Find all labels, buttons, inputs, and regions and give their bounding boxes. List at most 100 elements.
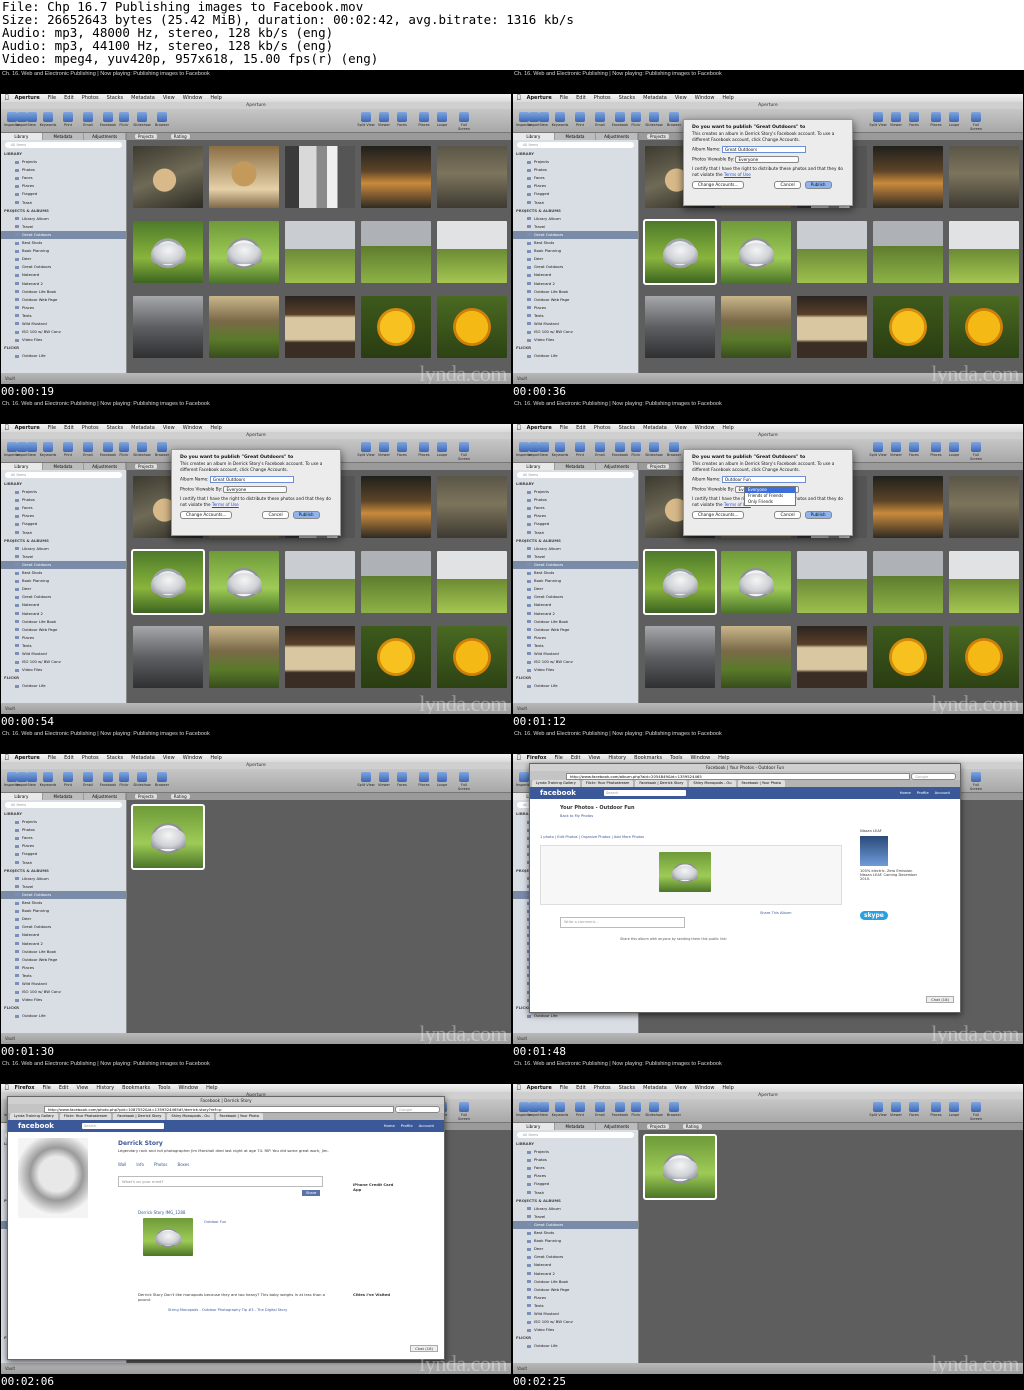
browser-tab[interactable]: Facebook | Derrick Story — [113, 1113, 166, 1120]
sidebar-item[interactable]: Notecard — [513, 271, 638, 279]
menu-help[interactable]: Help — [210, 755, 221, 761]
toolbar-email-button[interactable]: Email — [79, 112, 97, 130]
sidebar-item[interactable]: Book Planning — [1, 247, 126, 255]
toolbar-email-button[interactable]: Email — [591, 1102, 609, 1120]
share-button[interactable]: Share — [302, 1190, 321, 1196]
sidebar-item[interactable]: Great Outdoors — [513, 263, 638, 271]
toolbar-print-button[interactable]: Print — [571, 442, 589, 460]
sidebar-item[interactable]: Wild Mustard — [1, 320, 126, 328]
sidebar-item[interactable]: Outdoor Web Page — [1, 296, 126, 304]
sidebar-item[interactable]: Texts — [1, 972, 126, 980]
menu-file[interactable]: File — [560, 425, 568, 431]
tab-metadata[interactable]: Metadata — [43, 133, 85, 140]
menu-help[interactable]: Help — [722, 425, 733, 431]
share-album-link[interactable]: Share This Album — [760, 911, 792, 915]
sidebar-item[interactable]: Notecard 2 — [513, 280, 638, 288]
photo-thumbnail[interactable] — [873, 626, 943, 688]
menu-stacks[interactable]: Stacks — [107, 95, 123, 101]
sidebar-item[interactable]: Outdoor Life — [1, 352, 126, 360]
toolbar-full-screen-button[interactable]: Full Screen — [455, 772, 473, 791]
publish-button[interactable]: Publish — [804, 181, 832, 189]
wall-post[interactable]: Derrick Story Don't like monopods becaus… — [138, 1292, 338, 1302]
album-name-field[interactable]: Outdoor Fun — [721, 476, 806, 483]
photo-thumbnail[interactable] — [873, 476, 943, 538]
toolbar-loupe-button[interactable]: Loupe — [945, 442, 963, 460]
photo-thumbnail[interactable] — [285, 626, 355, 688]
sidebar-item[interactable]: Places — [513, 512, 638, 520]
menu-aperture[interactable]: Aperture — [527, 95, 552, 101]
sidebar-item[interactable]: Places — [1, 512, 126, 520]
menu-stacks[interactable]: Stacks — [619, 425, 635, 431]
photo-thumbnail[interactable] — [949, 296, 1019, 358]
toolbar-places-button[interactable]: Places — [415, 772, 433, 790]
sidebar-item[interactable]: Places — [1, 964, 126, 972]
sidebar-item[interactable]: Flagged — [513, 520, 638, 528]
viewable-select[interactable]: Everyone — [223, 486, 288, 493]
apple-icon[interactable]:  — [5, 1084, 9, 1091]
toolbar-slideshow-button[interactable]: Slideshow — [133, 112, 151, 130]
sidebar-item[interactable]: Notecard 2 — [513, 610, 638, 618]
menu-history[interactable]: History — [96, 1085, 114, 1091]
menu-photos[interactable]: Photos — [82, 95, 99, 101]
tab-boxes[interactable]: Boxes — [177, 1162, 189, 1167]
sidebar-item[interactable]: Places — [1, 842, 126, 850]
terms-link[interactable]: Terms of Use — [724, 172, 751, 177]
menu-edit[interactable]: Edit — [576, 1085, 586, 1091]
sidebar-item[interactable]: Projects — [1, 488, 126, 496]
photo-thumbnail[interactable] — [437, 626, 507, 688]
menu-file[interactable]: File — [48, 755, 56, 761]
sidebar-item[interactable]: Book Planning — [1, 577, 126, 585]
toolbar-loupe-button[interactable]: Loupe — [945, 112, 963, 130]
menu-metadata[interactable]: Metadata — [131, 425, 155, 431]
filter-rating[interactable]: Rating — [170, 134, 190, 139]
change-accounts-button[interactable]: Change Accounts... — [692, 181, 745, 189]
photo-thumbnail[interactable] — [285, 551, 355, 613]
browser-tab[interactable]: Flickr: Your Photostream — [59, 1113, 112, 1120]
browser-tab[interactable]: Facebook | Your Photo — [215, 1113, 263, 1120]
sidebar-item[interactable]: Best Shots — [1, 239, 126, 247]
toolbar-viewer-button[interactable]: Viewer — [887, 1102, 905, 1120]
menu-tools[interactable]: Tools — [670, 755, 682, 761]
photo-thumbnail[interactable] — [437, 296, 507, 358]
browser-tab[interactable]: Shiny Monopods - Ou — [167, 1113, 214, 1120]
sidebar-item[interactable]: Faces — [513, 1164, 638, 1172]
menu-window[interactable]: Window — [695, 425, 715, 431]
photo-thumbnail[interactable] — [949, 551, 1019, 613]
menu-metadata[interactable]: Metadata — [643, 425, 667, 431]
sidebar-item[interactable]: Outdoor Web Page — [513, 1286, 638, 1294]
menu-file[interactable]: File — [560, 1085, 568, 1091]
profile-avatar[interactable] — [18, 1138, 88, 1218]
sidebar-item[interactable]: ISO 100 w/ BW Conv — [1, 658, 126, 666]
sidebar-item[interactable]: Trash — [1, 859, 126, 867]
toolbar-browser-button[interactable]: Browser — [665, 442, 683, 460]
apple-icon[interactable]:  — [517, 424, 521, 431]
toolbar-places-button[interactable]: Places — [927, 442, 945, 460]
photo-thumbnail[interactable] — [209, 296, 279, 358]
library-search-input[interactable]: All Items — [5, 472, 122, 478]
photo-thumbnail[interactable] — [797, 221, 867, 283]
terms-link[interactable]: Terms of Use — [212, 502, 239, 507]
toolbar-browser-button[interactable]: Browser — [665, 112, 683, 130]
sidebar-item[interactable]: Places — [513, 1172, 638, 1180]
photo-thumbnail[interactable] — [437, 221, 507, 283]
photo-thumbnail[interactable] — [209, 626, 279, 688]
menu-photos[interactable]: Photos — [594, 1085, 611, 1091]
cancel-button[interactable]: Cancel — [774, 181, 801, 189]
sidebar-item[interactable]: Faces — [1, 174, 126, 182]
toolbar-slideshow-button[interactable]: Slideshow — [645, 442, 663, 460]
publish-button[interactable]: Publish — [292, 511, 320, 519]
photo-thumbnail[interactable] — [949, 221, 1019, 283]
menu-view[interactable]: View — [589, 755, 601, 761]
sidebar-item[interactable]: Video Files — [513, 666, 638, 674]
photo-thumbnail[interactable] — [133, 626, 203, 688]
menu-file[interactable]: File — [560, 95, 568, 101]
sidebar-item[interactable]: Outdoor Web Page — [1, 956, 126, 964]
sidebar-item[interactable]: Trash — [513, 529, 638, 537]
photo-thumbnail[interactable] — [361, 221, 431, 283]
toolbar-keywords-button[interactable]: Keywords — [551, 1102, 569, 1120]
sidebar-item[interactable]: Outdoor Web Page — [513, 296, 638, 304]
menu-edit[interactable]: Edit — [571, 755, 581, 761]
tab-metadata[interactable]: Metadata — [555, 133, 597, 140]
menu-window[interactable]: Window — [695, 1085, 715, 1091]
sidebar-item[interactable]: Outdoor Web Page — [1, 626, 126, 634]
